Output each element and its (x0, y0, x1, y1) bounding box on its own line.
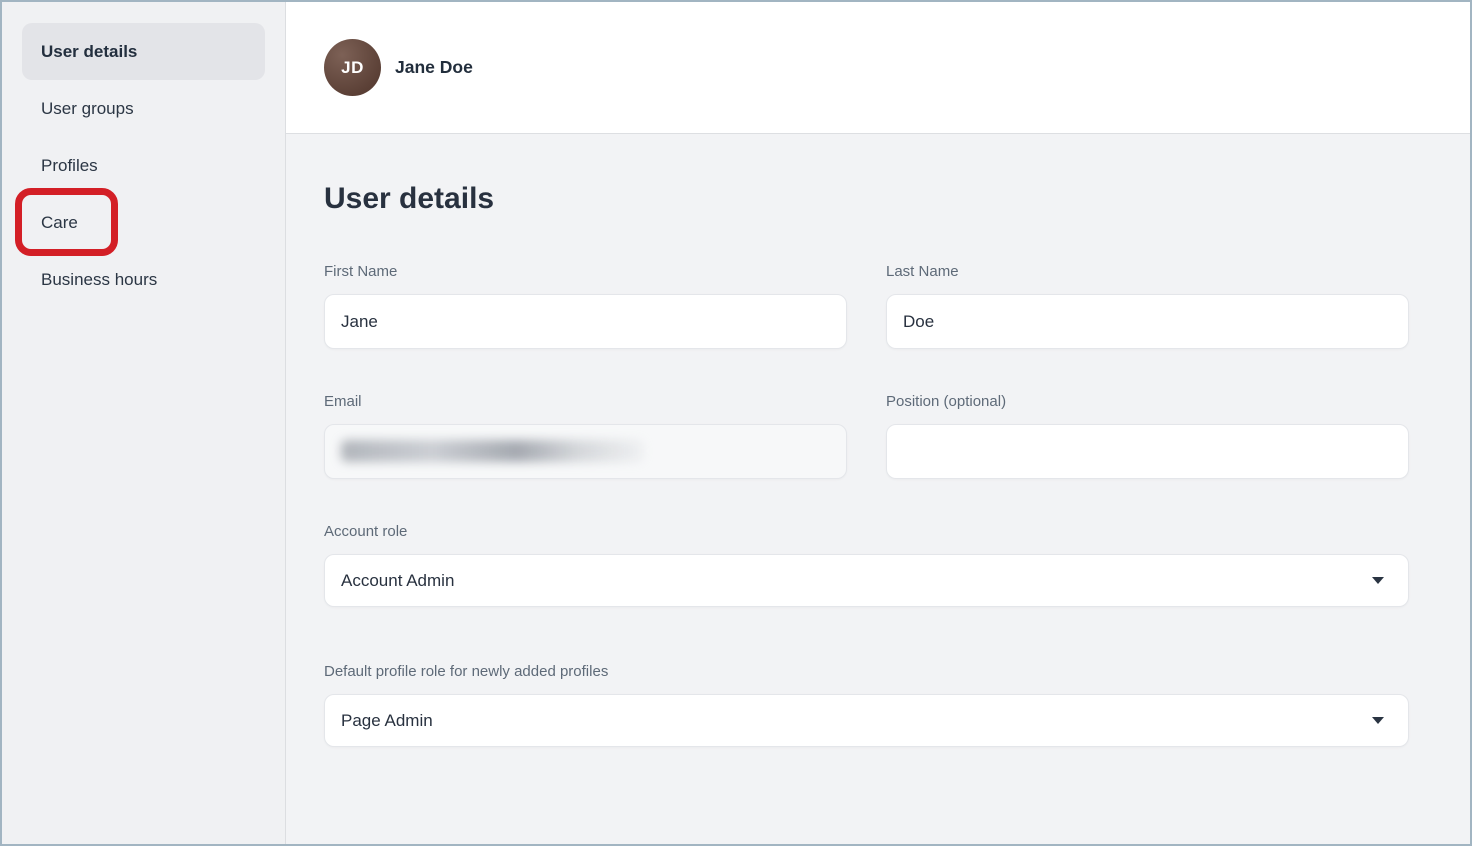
email-field-wrapper (324, 424, 847, 479)
page-title: User details (324, 181, 1409, 217)
sidebar-item-profiles[interactable]: Profiles (22, 137, 265, 194)
first-name-label: First Name (324, 263, 847, 281)
default-profile-role-value: Page Admin (341, 711, 433, 731)
last-name-group: Last Name (886, 263, 1409, 349)
sidebar-item-label: Business hours (41, 270, 157, 290)
chevron-down-icon (1372, 717, 1384, 724)
account-role-group: Account role Account Admin (324, 523, 1409, 607)
user-header: JD Jane Doe (286, 2, 1470, 134)
position-input[interactable] (886, 424, 1409, 479)
first-name-input[interactable] (324, 294, 847, 349)
last-name-label: Last Name (886, 263, 1409, 281)
first-name-group: First Name (324, 263, 847, 349)
position-label: Position (optional) (886, 393, 1409, 411)
sidebar-item-label: Profiles (41, 156, 98, 176)
email-label: Email (324, 393, 847, 411)
sidebar-item-label: User groups (41, 99, 134, 119)
last-name-input[interactable] (886, 294, 1409, 349)
account-role-label: Account role (324, 523, 1409, 541)
settings-sidebar: User details User groups Profiles Care B… (2, 2, 286, 844)
sidebar-item-care[interactable]: Care (22, 194, 265, 251)
sidebar-item-business-hours[interactable]: Business hours (22, 251, 265, 308)
sidebar-item-user-details[interactable]: User details (22, 23, 265, 80)
sidebar-item-user-groups[interactable]: User groups (22, 80, 265, 137)
position-group: Position (optional) (886, 393, 1409, 479)
default-profile-role-group: Default profile role for newly added pro… (324, 663, 1409, 747)
email-group: Email (324, 393, 847, 479)
main-panel: JD Jane Doe User details First Name Last… (286, 2, 1470, 844)
sidebar-item-label: Care (41, 213, 78, 233)
avatar: JD (324, 39, 381, 96)
user-details-form: First Name Last Name Email Position (opt… (324, 263, 1409, 747)
account-role-select[interactable]: Account Admin (324, 554, 1409, 607)
chevron-down-icon (1372, 577, 1384, 584)
default-profile-role-label: Default profile role for newly added pro… (324, 663, 1409, 681)
email-input (324, 424, 847, 479)
user-name: Jane Doe (395, 57, 473, 78)
user-details-content: User details First Name Last Name Email (286, 134, 1470, 844)
default-profile-role-select[interactable]: Page Admin (324, 694, 1409, 747)
sidebar-item-label: User details (41, 42, 137, 62)
account-role-value: Account Admin (341, 571, 454, 591)
app-window: User details User groups Profiles Care B… (0, 0, 1472, 846)
